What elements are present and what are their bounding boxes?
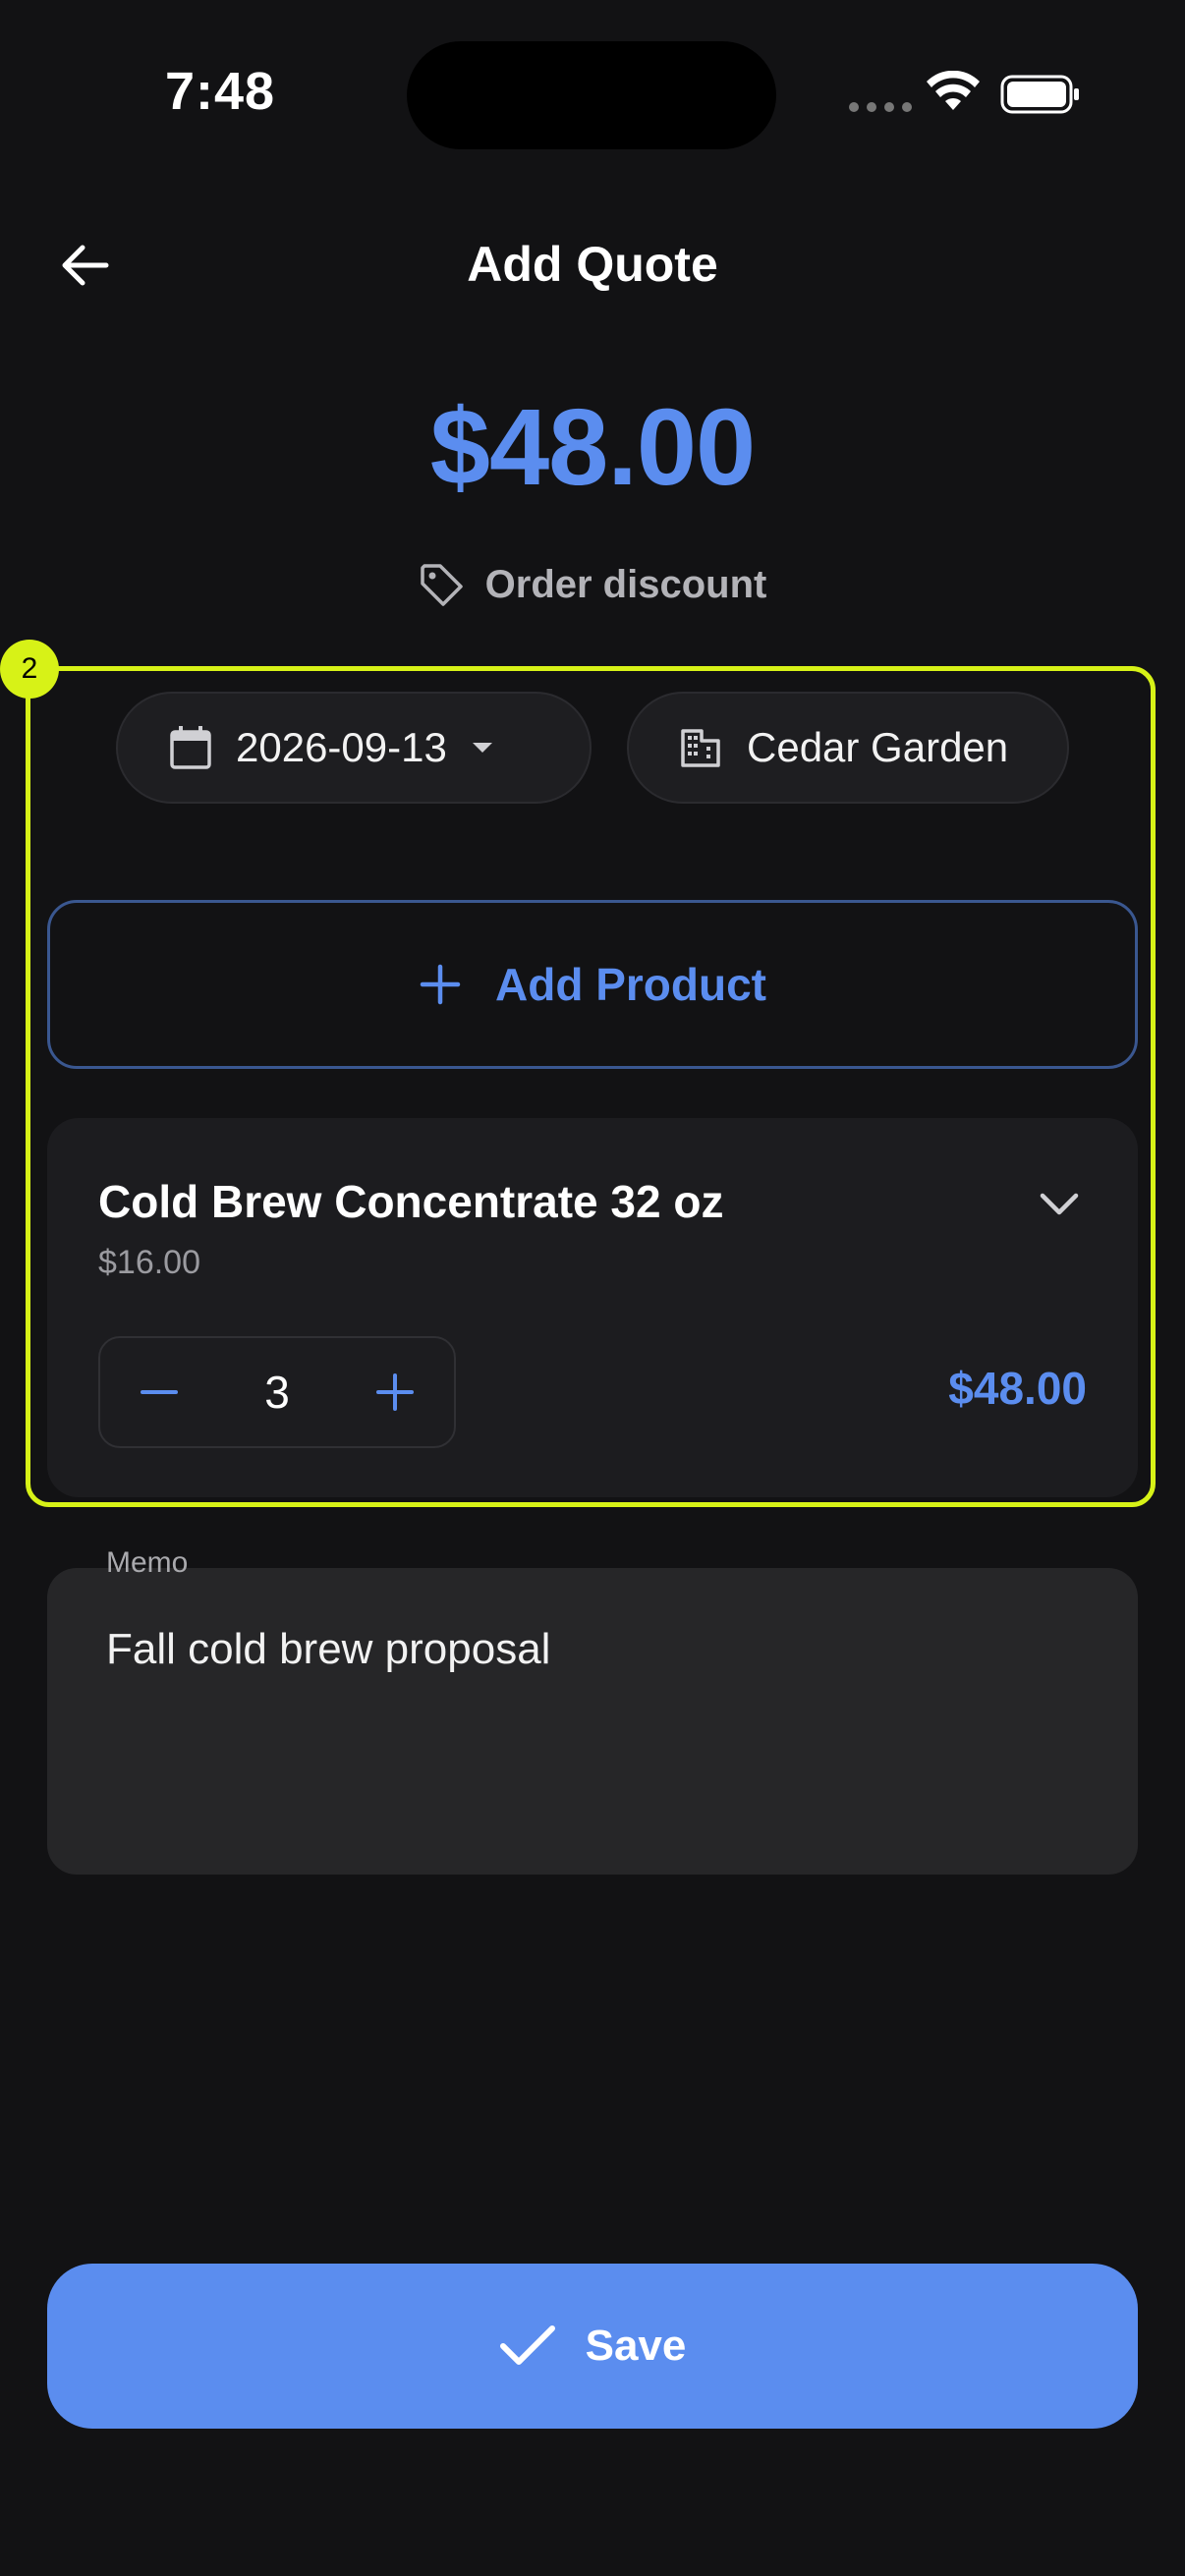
decrement-button[interactable] <box>130 1363 189 1422</box>
memo-label: Memo <box>106 1546 189 1579</box>
page-title: Add Quote <box>467 237 718 292</box>
product-card: Cold Brew Concentrate 32 oz $16.00 3 $48… <box>47 1118 1138 1497</box>
memo-value[interactable]: Fall cold brew proposal <box>106 1625 550 1674</box>
supplier-chip[interactable]: Cedar Garden <box>627 692 1069 804</box>
save-button[interactable]: Save <box>47 2264 1138 2429</box>
expand-button[interactable] <box>1032 1177 1087 1232</box>
building-icon <box>681 729 720 767</box>
plus-icon <box>376 1373 414 1411</box>
status-bar: 7:48 <box>0 0 1185 187</box>
header: Add Quote <box>0 206 1185 324</box>
memo-field[interactable]: Memo Fall cold brew proposal <box>47 1546 1138 1875</box>
highlight-badge: 2 <box>0 640 59 699</box>
quantity-value: 3 <box>264 1367 290 1418</box>
status-time: 7:48 <box>165 62 276 121</box>
order-discount-button[interactable]: Order discount <box>0 562 1185 607</box>
wifi-icon <box>927 71 980 110</box>
add-product-label: Add Product <box>495 959 766 1010</box>
battery-icon <box>1000 75 1079 114</box>
chevron-down-icon <box>1040 1193 1079 1215</box>
supplier-value: Cedar Garden <box>747 724 1009 770</box>
date-chip[interactable]: 2026-09-13 <box>116 692 592 804</box>
total-amount: $48.00 <box>429 387 756 508</box>
tag-icon <box>420 564 463 606</box>
plus-icon <box>420 964 461 1005</box>
minus-icon <box>141 1390 178 1394</box>
caret-down-icon <box>472 743 492 753</box>
order-discount-label: Order discount <box>484 562 767 606</box>
signal-icon <box>849 102 912 112</box>
line-total: $48.00 <box>948 1363 1087 1414</box>
add-product-button[interactable]: Add Product <box>47 900 1138 1069</box>
save-label: Save <box>585 2322 687 2370</box>
calendar-icon <box>170 726 211 769</box>
increment-button[interactable] <box>366 1363 424 1422</box>
product-unit-price: $16.00 <box>98 1244 200 1281</box>
date-value: 2026-09-13 <box>236 724 447 770</box>
product-name: Cold Brew Concentrate 32 oz <box>98 1176 724 1227</box>
quantity-stepper: 3 <box>98 1336 456 1448</box>
check-icon <box>499 2325 555 2365</box>
dynamic-island <box>407 41 776 149</box>
